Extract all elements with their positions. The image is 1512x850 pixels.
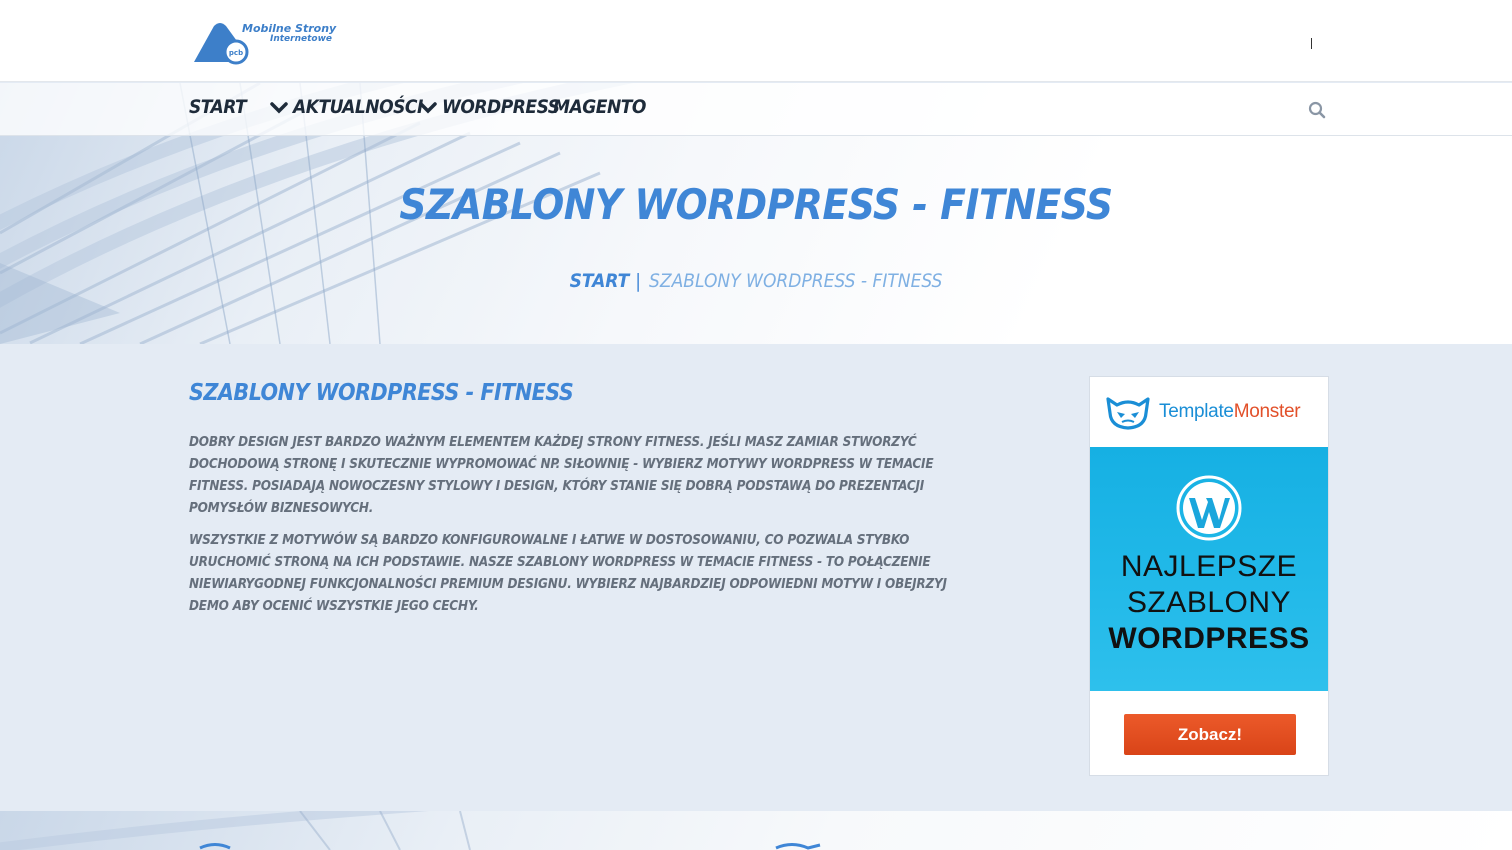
site-header: pcb Mobilne Strony Internetowe [0,0,1512,82]
ad-header: TemplateMonster [1090,377,1328,447]
ad-headline-3: WORDPRESS [1108,622,1310,655]
svg-text:pcb: pcb [229,49,243,57]
page-title: SZABLONY WORDPRESS - FITNESS [399,180,1113,229]
site-logo[interactable]: pcb Mobilne Strony Internetowe [190,18,350,68]
nav-item-label: MAGENTO [553,96,646,118]
nav-item-aktualnosci[interactable]: AKTUALNOŚCI [269,96,423,118]
ad-banner: NAJLEPSZE SZABLONY WORDPRESS [1090,447,1328,691]
footer-strip [0,811,1512,850]
nav-item-magento[interactable]: MAGENTO [553,96,646,118]
nav-item-start[interactable]: START [189,96,247,118]
article-title: SZABLONY WORDPRESS - FITNESS [189,380,574,406]
ad-cta-button[interactable]: Zobacz! [1124,714,1296,755]
sidebar-ad[interactable]: TemplateMonster NAJLEPSZE SZABLONY WORDP… [1089,376,1329,776]
article-paragraph: Dobry design jest bardzo ważnym elemente… [189,435,934,516]
nav-item-label: START [189,96,247,118]
chevron-down-icon [419,102,437,114]
ad-headline-2: SZABLONY [1126,586,1292,619]
wordpress-icon [1176,475,1242,541]
ad-headline-1: NAJLEPSZE [1120,550,1298,583]
breadcrumb-current: SZABLONY WORDPRESS - FITNESS [649,270,943,292]
footer-background-graphic [0,811,821,850]
ad-brand: TemplateMonster [1159,401,1301,422]
breadcrumb-home-link[interactable]: START [570,270,630,292]
main-nav: START AKTUALNOŚCI WORDPRESS MAGENTO [0,83,1512,136]
cloud-phone-logo-icon: pcb [194,23,249,65]
nav-item-wordpress[interactable]: WORDPRESS [418,96,560,118]
breadcrumb-separator: | [635,270,642,292]
breadcrumb: START | SZABLONY WORDPRESS - FITNESS [0,270,1512,292]
logo-line2: Internetowe [270,34,333,44]
chevron-down-icon [270,102,288,114]
nav-item-label: AKTUALNOŚCI [293,96,423,118]
search-icon[interactable] [1308,101,1326,119]
template-monster-icon [1106,397,1150,430]
header-divider [1311,38,1312,49]
nav-item-label: WORDPRESS [442,96,560,118]
article-paragraph: Wszystkie z motywów są bardzo konfigurow… [189,533,947,614]
